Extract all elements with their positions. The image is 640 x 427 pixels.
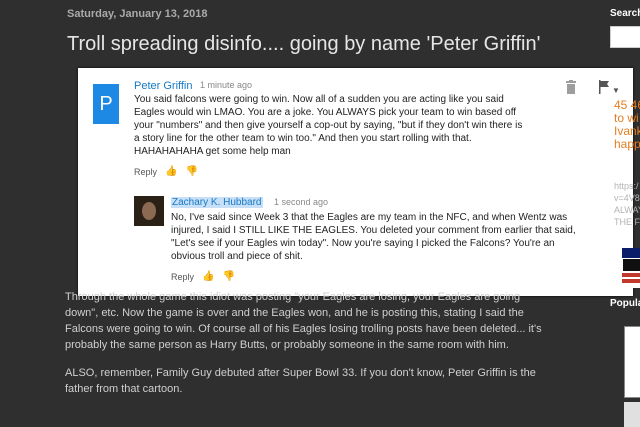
sidebar-text-line: ALWAY bbox=[614, 205, 640, 215]
popular-post-thumbnail[interactable] bbox=[624, 402, 640, 427]
post-date: Saturday, January 13, 2018 bbox=[67, 8, 208, 20]
post-paragraph: ALSO, remember, Family Guy debuted after… bbox=[65, 367, 536, 395]
sidebar-text-line: v=4V8 bbox=[614, 193, 640, 203]
reply-avatar bbox=[134, 196, 164, 226]
sidebar-text-line: happ bbox=[614, 137, 640, 151]
thumbs-down-icon: 👎 bbox=[222, 271, 235, 282]
comment-actions: Reply 👍 👎 bbox=[134, 166, 198, 177]
comment-screenshot: P Peter Griffin 1 minute ago You said fa… bbox=[78, 68, 633, 296]
comment-author: Peter Griffin bbox=[134, 80, 193, 92]
thumbs-down-icon: 👎 bbox=[185, 166, 198, 177]
sidebar: Search 45 46 to wi Ivank happ https:/ v=… bbox=[606, 0, 640, 427]
reply-actions: Reply 👍 👎 bbox=[171, 271, 235, 282]
sidebar-popular-heading: Popular bbox=[610, 298, 640, 309]
sidebar-search-heading: Search bbox=[610, 8, 640, 19]
thumbs-up-icon: 👍 bbox=[202, 271, 215, 282]
thumbs-up-icon: 👍 bbox=[165, 166, 178, 177]
sidebar-text-line: https:/ bbox=[614, 181, 639, 191]
sidebar-grey-text: https:/ v=4V8 ALWAY THE F bbox=[614, 180, 640, 228]
trash-icon bbox=[566, 80, 576, 94]
reply-text: No, I've said since Week 3 that the Eagl… bbox=[171, 212, 576, 262]
reply-link: Reply bbox=[171, 271, 195, 282]
reply-author: Zachary K. Hubbard bbox=[171, 197, 263, 208]
popular-post-thumbnail[interactable] bbox=[624, 326, 640, 398]
reply-link: Reply bbox=[134, 166, 158, 177]
comment-time: 1 minute ago bbox=[200, 80, 253, 90]
sidebar-banner-image[interactable] bbox=[622, 248, 640, 288]
sidebar-orange-text[interactable]: 45 46 to wi Ivank happ bbox=[614, 99, 640, 151]
reply-time: 1 second ago bbox=[274, 197, 329, 207]
post-title[interactable]: Troll spreading disinfo.... going by nam… bbox=[67, 33, 540, 56]
sidebar-text-line: THE F bbox=[614, 217, 640, 227]
avatar: P bbox=[93, 84, 119, 124]
search-input[interactable] bbox=[610, 26, 640, 48]
post-body: Through the whole game this idiot was po… bbox=[65, 289, 550, 409]
comment-text: You said falcons were going to win. Now … bbox=[134, 94, 523, 157]
post-paragraph: Through the whole game this idiot was po… bbox=[65, 291, 542, 351]
